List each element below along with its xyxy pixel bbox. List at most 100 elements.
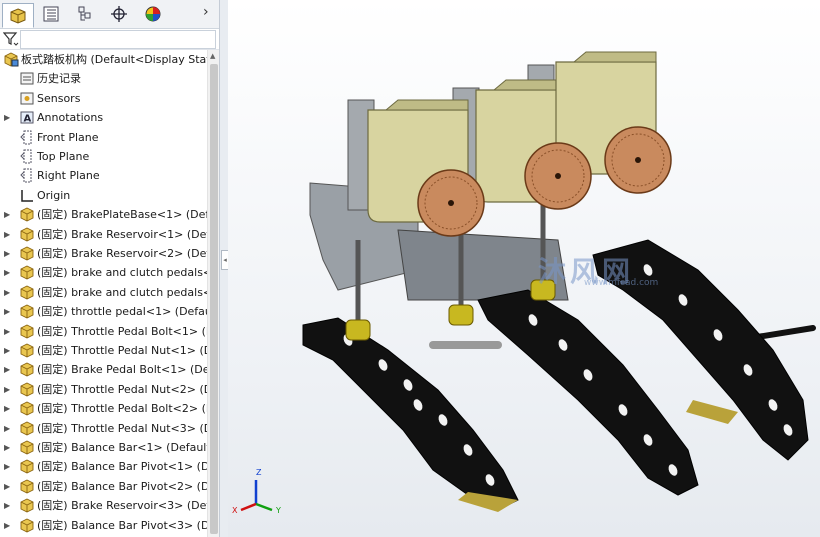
axis-label-x: X [232, 506, 238, 515]
part-icon [20, 421, 34, 436]
tree-item[interactable]: ▶ (固定) Throttle Pedal Bolt<1> (D [0, 322, 214, 341]
annotations-icon: A [20, 111, 34, 125]
part-icon [20, 382, 34, 397]
expand-arrow-icon[interactable]: ▶ [4, 283, 12, 302]
tree-item[interactable]: ▶ (固定) BrakePlateBase<1> (Defa [0, 205, 216, 224]
clevis [448, 304, 474, 326]
tree-item-label: (固定) BrakePlateBase<1> (Defa [37, 208, 217, 222]
tree-item[interactable]: ▶ (固定) Balance Bar Pivot<1> (De [0, 457, 216, 476]
tree-item[interactable]: ▶ (固定) Balance Bar Pivot<3> (De [0, 516, 216, 535]
property-manager-tab[interactable] [36, 3, 66, 25]
tree-item[interactable]: Front Plane [0, 128, 206, 147]
expand-arrow-icon[interactable]: ▶ [4, 399, 12, 418]
expand-arrow-icon[interactable]: ▶ [4, 380, 12, 399]
axis-triad: Z Y X [232, 468, 281, 515]
filter-input[interactable] [20, 30, 216, 49]
assembly-icon [4, 52, 19, 67]
tree-item[interactable]: ▶ (固定) Brake Reservoir<2> (Defa [0, 244, 217, 263]
cap-center [555, 173, 561, 179]
tree-item[interactable]: Sensors [0, 89, 206, 108]
tree-item[interactable]: ▶ (固定) throttle pedal<1> (Default [0, 302, 219, 321]
history-icon [20, 72, 34, 85]
tree-item-label: (固定) Balance Bar Pivot<1> (De [37, 460, 217, 474]
tree-item[interactable]: ▶ (固定) Throttle Pedal Bolt<2> (D [0, 399, 214, 418]
part-icon [20, 518, 34, 533]
tree-item-label: (固定) Throttle Pedal Nut<3> (De [37, 421, 219, 435]
cap-center [635, 157, 641, 163]
tree-item[interactable]: ▶ (固定) Throttle Pedal Nut<1> (De [0, 341, 219, 360]
tree-item-label: (固定) throttle pedal<1> (Default [37, 305, 220, 319]
scroll-up-icon[interactable]: ▲ [210, 52, 215, 60]
reservoir-top [572, 51, 657, 63]
appearance-icon [145, 6, 161, 22]
part-icon [20, 498, 34, 513]
part-icon [20, 401, 34, 416]
tree-item-label: Origin [37, 188, 71, 202]
tree-item[interactable]: Right Plane [0, 166, 206, 185]
tree-item[interactable]: ▶ (固定) Brake Reservoir<3> (Defa [0, 496, 217, 515]
tree-item[interactable]: ▶ (固定) Throttle Pedal Nut<3> (De [0, 419, 219, 438]
expand-arrow-icon[interactable]: ▶ [4, 322, 12, 341]
tree-item[interactable]: ▶ (固定) Throttle Pedal Nut<2> (De [0, 380, 219, 399]
tree-item[interactable]: ▶ A Annotations [0, 108, 206, 127]
expand-arrow-icon[interactable]: ▶ [4, 496, 12, 515]
part-icon [20, 304, 34, 319]
reservoir-top [384, 99, 469, 111]
expand-arrow-icon[interactable]: ▶ [4, 302, 12, 321]
panel-splitter[interactable]: ◂ [219, 0, 229, 537]
expand-arrow-icon[interactable]: ▶ [4, 419, 12, 438]
cap-center [448, 200, 454, 206]
filter-icon[interactable] [3, 31, 19, 47]
tree-item-label: Annotations [37, 111, 104, 125]
tree-item[interactable]: ▶ (固定) Brake Pedal Bolt<1> (Def [0, 360, 213, 379]
tree-item[interactable]: 历史记录 [0, 69, 206, 88]
origin-icon [21, 189, 33, 202]
tree-item-label: (固定) Brake Reservoir<3> (Defa [37, 499, 217, 513]
tree-item-label: (固定) brake and clutch pedals< [37, 266, 213, 280]
part-icon [20, 207, 34, 222]
tree-item[interactable]: ▶ (固定) Balance Bar<1> (Default< [0, 438, 220, 457]
tree-item[interactable]: Origin [0, 186, 206, 205]
tree-item-label: 板式踏板机构 (Default<Display State [21, 53, 218, 66]
tree-item-label: Top Plane [37, 150, 90, 163]
tree-item-label: 历史记录 [37, 72, 81, 86]
chevron-right-icon[interactable]: › [203, 4, 209, 20]
expand-arrow-icon[interactable]: ▶ [4, 244, 12, 263]
tree-item-label: (固定) Balance Bar Pivot<2> (De [37, 479, 217, 493]
filter-bar [0, 29, 220, 50]
graphics-viewport[interactable]: 沐风网 www.mfcad.com Z Y X [228, 0, 820, 537]
scrollbar-thumb[interactable] [210, 64, 218, 534]
axis-label-z: Z [256, 468, 262, 477]
y-axis [255, 502, 273, 512]
expand-arrow-icon[interactable]: ▶ [4, 108, 12, 127]
pedal-foot [686, 400, 738, 424]
expand-arrow-icon[interactable]: ▶ [4, 225, 12, 244]
tree-item[interactable]: ▶ (固定) brake and clutch pedals< [0, 263, 212, 282]
part-icon [20, 227, 34, 242]
expand-arrow-icon[interactable]: ▶ [4, 477, 12, 496]
feature-manager-icon [10, 7, 26, 24]
watermark: 沐风网 www.mfcad.com [538, 250, 658, 290]
tree-item[interactable]: ▶ (固定) brake and clutch pedals< [0, 283, 212, 302]
expand-arrow-icon[interactable]: ▶ [4, 205, 12, 224]
dimxpert-manager-tab[interactable] [104, 3, 134, 25]
tree-item[interactable]: ▶ (固定) Brake Reservoir<1> (Defa [0, 225, 217, 244]
display-manager-tab[interactable] [138, 3, 168, 25]
expand-arrow-icon[interactable]: ▶ [4, 457, 12, 476]
clevis [345, 319, 371, 341]
expand-arrow-icon[interactable]: ▶ [4, 516, 12, 535]
tree-root[interactable]: 板式踏板机构 (Default<Display State [0, 50, 217, 69]
configuration-manager-tab[interactable] [70, 3, 100, 25]
part-icon [20, 440, 34, 455]
expand-arrow-icon[interactable]: ▶ [4, 438, 12, 457]
tree-item[interactable]: ▶ (固定) Balance Bar Pivot<2> (De [0, 477, 216, 496]
tree-item-label: (固定) Balance Bar Pivot<3> (De [37, 518, 217, 532]
part-icon [20, 343, 34, 358]
part-icon [20, 459, 34, 474]
expand-arrow-icon[interactable]: ▶ [4, 263, 12, 282]
expand-arrow-icon[interactable]: ▶ [4, 341, 12, 360]
expand-arrow-icon[interactable]: ▶ [4, 360, 12, 379]
feature-manager-tab[interactable] [2, 3, 34, 28]
tree-item[interactable]: Top Plane [0, 147, 206, 166]
feature-manager-panel: › 板式踏板机构 (Default<Display State 历史记录 Senso… [0, 0, 221, 537]
